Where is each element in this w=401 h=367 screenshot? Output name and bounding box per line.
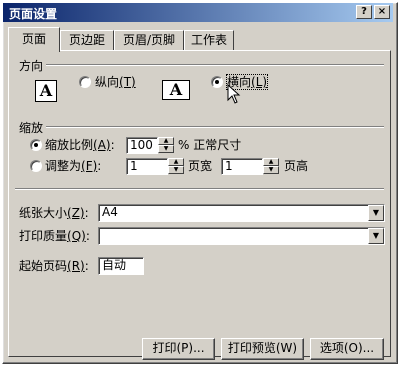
scaling-divider [46, 126, 384, 128]
portrait-radio[interactable] [79, 76, 91, 88]
spin-up-icon[interactable]: ▲ [168, 158, 184, 166]
first-page-number-label: 起始页码(R): [19, 259, 89, 273]
adjust-to-radio[interactable] [30, 139, 42, 151]
spin-down-icon[interactable]: ▼ [263, 166, 279, 174]
paper-size-dropdown-icon[interactable]: ▼ [368, 205, 384, 221]
fit-to-text: 调整为 [45, 159, 82, 173]
tab-margins[interactable]: 页边距 [60, 30, 114, 50]
paper-size-label: 纸张大小(Z): [19, 206, 89, 220]
tab-sheet[interactable]: 工作表 [184, 30, 234, 50]
fit-pages-tall-spinner[interactable]: ▲ ▼ [263, 158, 279, 175]
fit-pages-tall-input[interactable]: 1 [221, 158, 263, 175]
adjust-to-shortcut: (A) [93, 138, 111, 152]
adjust-to-spinner[interactable]: ▲ ▼ [158, 137, 174, 154]
spin-up-icon[interactable]: ▲ [158, 137, 174, 145]
orientation-section-label: 方向 [19, 59, 44, 73]
print-quality-text: 打印质量 [19, 229, 68, 243]
fit-to-shortcut: (F) [81, 159, 98, 173]
spin-down-icon[interactable]: ▼ [168, 166, 184, 174]
portrait-label[interactable]: 纵向(T) [95, 75, 136, 89]
print-quality-colon: : [85, 229, 90, 243]
fit-to-radio[interactable] [30, 160, 42, 172]
paper-size-shortcut: (Z) [67, 206, 85, 220]
paper-size-colon: : [84, 206, 89, 220]
adjust-to-colon: : [110, 138, 115, 152]
tab-page[interactable]: 页面 [8, 27, 60, 52]
portrait-shortcut: (T) [119, 75, 136, 89]
landscape-radio[interactable] [211, 76, 223, 88]
orientation-divider [46, 64, 384, 66]
print-button[interactable]: 打印(P)... [142, 338, 215, 360]
adjust-to-input[interactable]: 100 [126, 137, 158, 154]
help-button[interactable]: ? [356, 5, 372, 19]
mouse-cursor-icon [227, 84, 241, 104]
landscape-shortcut: (L) [251, 75, 268, 89]
spin-down-icon[interactable]: ▼ [158, 145, 174, 153]
scaling-section-label: 缩放 [19, 121, 44, 135]
paper-size-select[interactable]: A4 [98, 204, 385, 222]
fit-to-label[interactable]: 调整为(F): [45, 159, 101, 173]
adjust-to-suffix: % 正常尺寸 [178, 138, 242, 152]
landscape-page-icon: A [162, 80, 190, 100]
print-quality-dropdown-icon[interactable]: ▼ [368, 228, 384, 244]
first-page-number-text: 起始页码 [19, 259, 68, 273]
close-button[interactable]: × [374, 5, 390, 19]
fit-to-colon: : [97, 159, 102, 173]
portrait-page-icon: A [35, 80, 57, 102]
fit-pages-tall-suffix: 页高 [284, 159, 309, 173]
first-page-number-shortcut: (R) [67, 259, 85, 273]
tab-header-footer[interactable]: 页眉/页脚 [114, 30, 184, 50]
adjust-to-label[interactable]: 缩放比例(A): [45, 138, 115, 152]
adjust-to-text: 缩放比例 [45, 138, 94, 152]
print-preview-button[interactable]: 打印预览(W) [221, 338, 304, 360]
first-page-number-colon: : [84, 259, 89, 273]
paper-size-value: A4 [102, 205, 118, 219]
print-quality-label: 打印质量(Q): [19, 229, 90, 243]
paper-size-text: 纸张大小 [19, 206, 68, 220]
fit-pages-wide-input[interactable]: 1 [126, 158, 168, 175]
print-quality-select[interactable] [98, 227, 385, 245]
paper-divider [15, 188, 384, 190]
fit-pages-wide-suffix: 页宽 [188, 159, 213, 173]
fit-pages-wide-spinner[interactable]: ▲ ▼ [168, 158, 184, 175]
portrait-text: 纵向 [95, 75, 120, 89]
spin-up-icon[interactable]: ▲ [263, 158, 279, 166]
title-bar[interactable]: 页面设置 ? × [3, 3, 393, 22]
dialog-title: 页面设置 [9, 7, 58, 21]
print-quality-shortcut: (Q) [67, 229, 86, 243]
first-page-number-input[interactable]: 自动 [98, 257, 144, 275]
options-button[interactable]: 选项(O)... [310, 338, 384, 360]
